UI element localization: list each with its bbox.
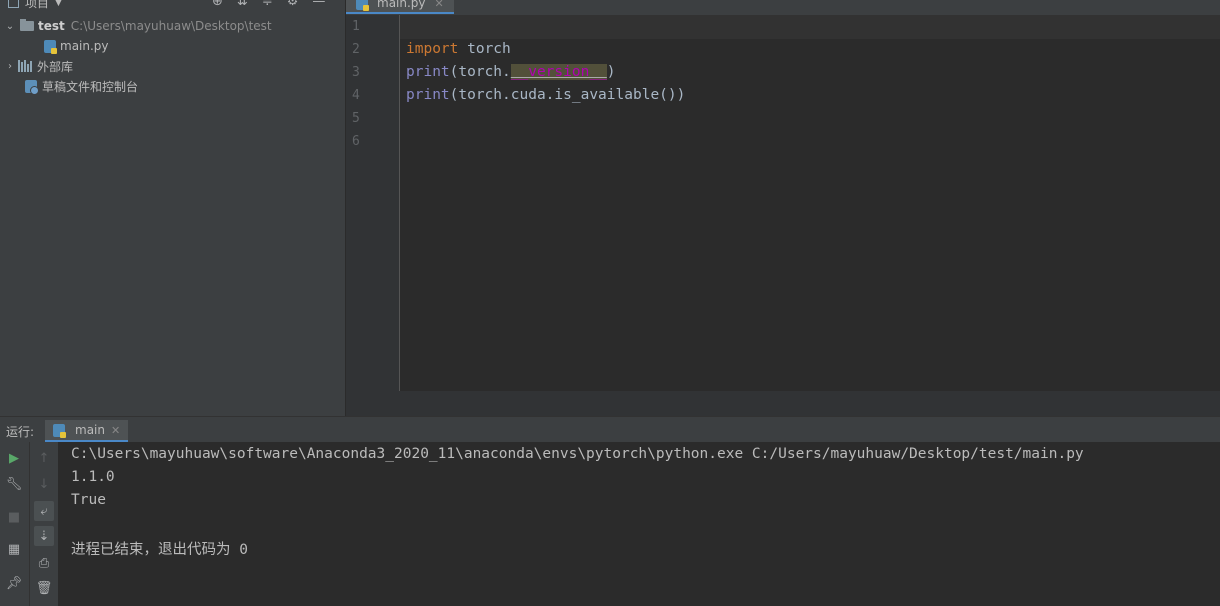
console-line: 1.1.0 (71, 469, 115, 485)
tree-item-label: 草稿文件和控制台 (42, 79, 139, 94)
line-number: 2 (352, 42, 360, 57)
console-line: True (71, 492, 106, 508)
scroll-to-end-icon[interactable]: ⇣ (34, 526, 54, 546)
expand-all-icon[interactable]: ⇊ (237, 0, 248, 9)
editor-tab-label: main.py (377, 0, 426, 10)
close-icon[interactable]: ✕ (435, 0, 444, 10)
builtin-print: print (406, 64, 450, 80)
libraries-icon (18, 60, 32, 72)
console-line: C:\Users\mayuhuaw\software\Anaconda3_202… (71, 446, 1084, 462)
chevron-down-icon: ▼ (55, 0, 62, 8)
trash-icon[interactable]: 🗑︎ (34, 578, 54, 598)
python-file-icon (44, 39, 57, 54)
wrench-icon[interactable]: 🔧︎ (4, 474, 24, 494)
code-text: ) (606, 64, 616, 80)
line-number: 6 (352, 134, 360, 149)
tree-item-label: main.py (60, 39, 109, 53)
keyword-import: import (406, 41, 459, 57)
project-panel: 项目 ▼ ⊕ ⇊ ≑ ⚙ — ⌄ test C:\Users\mayuhuaw\… (0, 0, 345, 416)
code-text: (torch. (449, 64, 511, 80)
collapse-all-icon[interactable]: ≑ (262, 0, 273, 9)
python-icon (53, 423, 66, 438)
project-root-name: test (38, 19, 65, 33)
code-line-3: print(torch.__version__) (406, 64, 616, 80)
code-text: torch (458, 41, 511, 57)
code-editor[interactable]: import torch print(torch.__version__) pr… (400, 15, 1220, 391)
code-text: (torch.cuda.is_available()) (449, 87, 686, 103)
editor-tab-bar: main.py ✕ (346, 0, 1220, 15)
gear-icon[interactable]: ⚙ (287, 0, 299, 9)
stop-icon[interactable]: ■ (4, 507, 24, 527)
editor-tab-main-py[interactable]: main.py ✕ (346, 0, 454, 14)
caret-row-highlight (400, 15, 1220, 39)
locate-file-icon[interactable]: ⊕ (212, 0, 223, 9)
editor-breadcrumb-bar (346, 391, 1220, 416)
line-number: 3 (352, 65, 360, 80)
print-icon[interactable]: ⎙ (34, 553, 54, 573)
close-icon[interactable]: ✕ (111, 424, 120, 437)
run-label: 运行: (6, 425, 35, 439)
project-view-selector[interactable]: 项目 ▼ (8, 0, 62, 11)
tree-item-label: 外部库 (37, 59, 74, 74)
line-number: 5 (352, 111, 360, 126)
run-toolbar-primary: ▶ 🔧︎ ■ ▦ 📌︎ (0, 442, 29, 606)
tree-item-scratches[interactable]: 草稿文件和控制台 (25, 76, 138, 96)
tree-item-external-libraries[interactable]: › 外部库 (4, 56, 73, 76)
python-file-icon (356, 0, 369, 11)
project-view-label: 项目 (25, 0, 50, 10)
minimize-icon[interactable]: — (312, 0, 325, 9)
dunder-version: __version__ (510, 64, 607, 80)
folder-icon (20, 19, 34, 31)
chevron-down-icon[interactable]: ⌄ (4, 21, 16, 32)
pin-icon[interactable]: 📌︎ (4, 573, 24, 593)
chevron-right-icon[interactable]: › (4, 61, 16, 72)
run-panel-header: 运行: main ✕ (0, 416, 1220, 443)
soft-wrap-icon[interactable]: ⤶ (34, 501, 54, 521)
layout-icon[interactable]: ▦ (4, 539, 24, 559)
project-panel-header: 项目 ▼ ⊕ ⇊ ≑ ⚙ — (0, 0, 345, 12)
run-tab-label: main (75, 423, 105, 437)
tree-item-project-root[interactable]: ⌄ test C:\Users\mayuhuaw\Desktop\test (4, 16, 272, 36)
code-line-4: print(torch.cuda.is_available()) (406, 87, 685, 103)
builtin-print: print (406, 87, 450, 103)
down-arrow-icon[interactable]: ↓ (34, 474, 54, 494)
up-arrow-icon[interactable]: ↑ (34, 448, 54, 468)
rerun-icon[interactable]: ▶ (4, 448, 24, 468)
tree-item-main-py[interactable]: main.py (44, 36, 109, 56)
code-line-2: import torch (406, 41, 511, 57)
console-line: 进程已结束，退出代码为 0 (71, 542, 248, 558)
line-number: 1 (352, 19, 360, 34)
project-root-path: C:\Users\mayuhuaw\Desktop\test (70, 19, 272, 33)
line-number-gutter: 1 2 3 4 5 6 (346, 15, 400, 391)
run-console[interactable]: C:\Users\mayuhuaw\software\Anaconda3_202… (58, 442, 1220, 606)
run-toolbar-secondary: ↑ ↓ ⤶ ⇣ ⎙ 🗑︎ (29, 442, 59, 606)
run-tab-main[interactable]: main ✕ (45, 420, 129, 442)
line-number: 4 (352, 88, 360, 103)
scratches-icon (25, 79, 39, 95)
project-icon (8, 0, 19, 8)
